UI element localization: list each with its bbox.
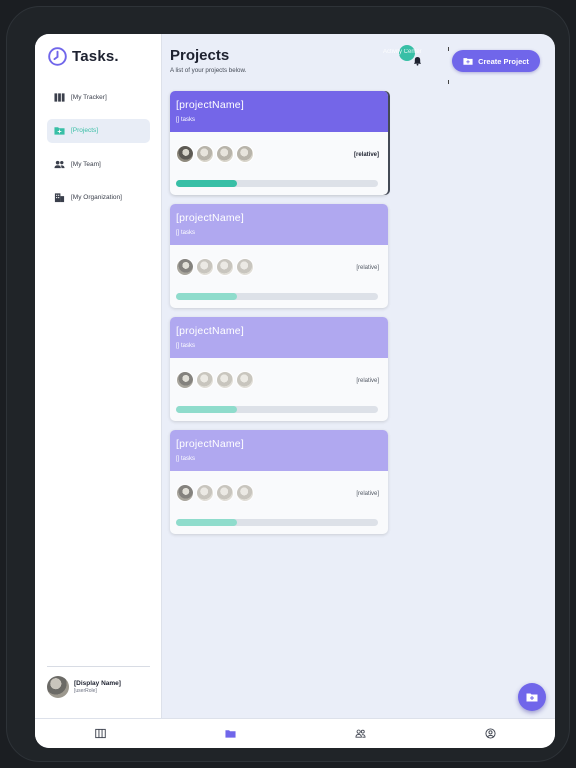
project-name: [projectName] — [176, 438, 244, 450]
sidebar-item-label: [My Tracker] — [71, 93, 107, 101]
avatar — [176, 258, 194, 276]
member-avatars — [176, 484, 254, 502]
project-relative-time: [relative] — [353, 152, 379, 158]
member-avatars — [176, 145, 254, 163]
avatar — [216, 484, 234, 502]
tab-tracker[interactable] — [35, 719, 165, 748]
sidebar-nav: [My Tracker] [Projects] [My Team] [My Or… — [47, 85, 150, 219]
sidebar: Tasks. [My Tracker] [Projects] [My Team] — [35, 34, 162, 718]
project-task-count: [] tasks — [176, 230, 196, 236]
folder-icon — [224, 730, 236, 738]
project-name: [projectName] — [176, 99, 244, 111]
project-progress-bar — [176, 180, 378, 187]
columns-icon — [94, 728, 106, 739]
building-icon — [54, 193, 65, 203]
member-avatars — [176, 258, 254, 276]
avatar — [196, 258, 214, 276]
project-relative-time: [relative] — [356, 378, 379, 384]
project-relative-time: [relative] — [356, 491, 379, 497]
clock-logo-icon — [48, 47, 67, 66]
folder-plus-icon — [463, 58, 473, 65]
project-card[interactable]: [projectName] [] tasks [relative] — [170, 317, 388, 421]
main-content: Projects A list of your projects below. … — [163, 34, 555, 718]
avatar — [176, 371, 194, 389]
avatar — [196, 371, 214, 389]
page-title: Projects — [170, 47, 230, 64]
avatar — [176, 484, 194, 502]
sidebar-item-my-tracker[interactable]: [My Tracker] — [47, 85, 150, 109]
project-card[interactable]: [projectName] [] tasks [relative] — [170, 204, 388, 308]
avatar — [236, 258, 254, 276]
user-display-name: [Display Name] — [74, 680, 121, 687]
tab-account[interactable] — [425, 719, 555, 748]
sidebar-item-my-organization[interactable]: [My Organization] — [47, 186, 150, 210]
tab-projects[interactable] — [165, 719, 295, 748]
folder-icon — [54, 127, 65, 135]
avatar — [216, 258, 234, 276]
add-project-fab[interactable] — [518, 683, 546, 711]
brand[interactable]: Tasks. — [47, 46, 119, 67]
project-task-count: [] tasks — [176, 456, 196, 462]
avatar — [176, 145, 194, 163]
sidebar-item-projects[interactable]: [Projects] — [47, 118, 150, 143]
app-name: Tasks. — [72, 48, 119, 65]
tablet-frame: Tasks. [My Tracker] [Projects] [My Team] — [6, 6, 570, 762]
avatar — [47, 676, 69, 698]
project-progress-bar — [176, 293, 378, 300]
folder-plus-icon — [526, 693, 538, 702]
avatar — [236, 145, 254, 163]
avatar — [196, 145, 214, 163]
progress-fill — [176, 293, 237, 300]
project-card-header: [projectName] [] tasks — [170, 204, 388, 245]
people-icon — [355, 729, 365, 738]
user-profile[interactable]: [Display Name] [userRole] — [47, 666, 150, 698]
avatar — [196, 484, 214, 502]
progress-fill — [176, 406, 237, 413]
project-list: [projectName] [] tasks [relative] [proje… — [170, 91, 388, 543]
project-card-header: [projectName] [] tasks — [170, 317, 388, 358]
member-avatars — [176, 371, 254, 389]
app-screen: Tasks. [My Tracker] [Projects] [My Team] — [35, 34, 555, 748]
avatar — [236, 371, 254, 389]
project-task-count: [] tasks — [176, 117, 196, 123]
columns-icon — [54, 92, 65, 102]
project-card-header: [projectName] [] tasks — [170, 91, 388, 132]
people-icon — [54, 160, 65, 168]
project-card-body: [relative] — [170, 245, 388, 308]
project-card-body: [relative] — [170, 471, 388, 534]
sidebar-item-label: [My Team] — [71, 160, 101, 168]
divider — [448, 80, 449, 84]
tab-team[interactable] — [295, 719, 425, 748]
project-card[interactable]: [projectName] [] tasks [relative] — [170, 430, 388, 534]
avatar — [216, 145, 234, 163]
activity-center-label: Activity Center — [383, 49, 422, 55]
project-card-header: [projectName] [] tasks — [170, 430, 388, 471]
user-role: [userRole] — [74, 688, 97, 694]
bottom-tab-bar — [35, 718, 555, 748]
avatar — [216, 371, 234, 389]
project-relative-time: [relative] — [356, 265, 379, 271]
create-project-button[interactable]: Create Project — [452, 50, 540, 72]
account-circle-icon — [484, 728, 496, 739]
avatar — [236, 484, 254, 502]
project-name: [projectName] — [176, 325, 244, 337]
page-subtitle: A list of your projects below. — [170, 67, 247, 74]
create-project-label: Create Project — [478, 56, 529, 66]
sidebar-item-label: [Projects] — [71, 127, 99, 134]
project-card[interactable]: [projectName] [] tasks [relative] — [170, 91, 388, 195]
project-card-body: [relative] — [170, 358, 388, 421]
project-card-body: [relative] — [170, 132, 388, 195]
project-task-count: [] tasks — [176, 343, 196, 349]
divider — [448, 47, 449, 51]
project-name: [projectName] — [176, 212, 244, 224]
bell-icon[interactable] — [413, 56, 422, 66]
sidebar-item-label: [My Organization] — [71, 194, 122, 201]
sidebar-item-my-team[interactable]: [My Team] — [47, 152, 150, 176]
progress-fill — [176, 519, 237, 526]
project-progress-bar — [176, 519, 378, 526]
progress-fill — [176, 180, 237, 187]
project-progress-bar — [176, 406, 378, 413]
